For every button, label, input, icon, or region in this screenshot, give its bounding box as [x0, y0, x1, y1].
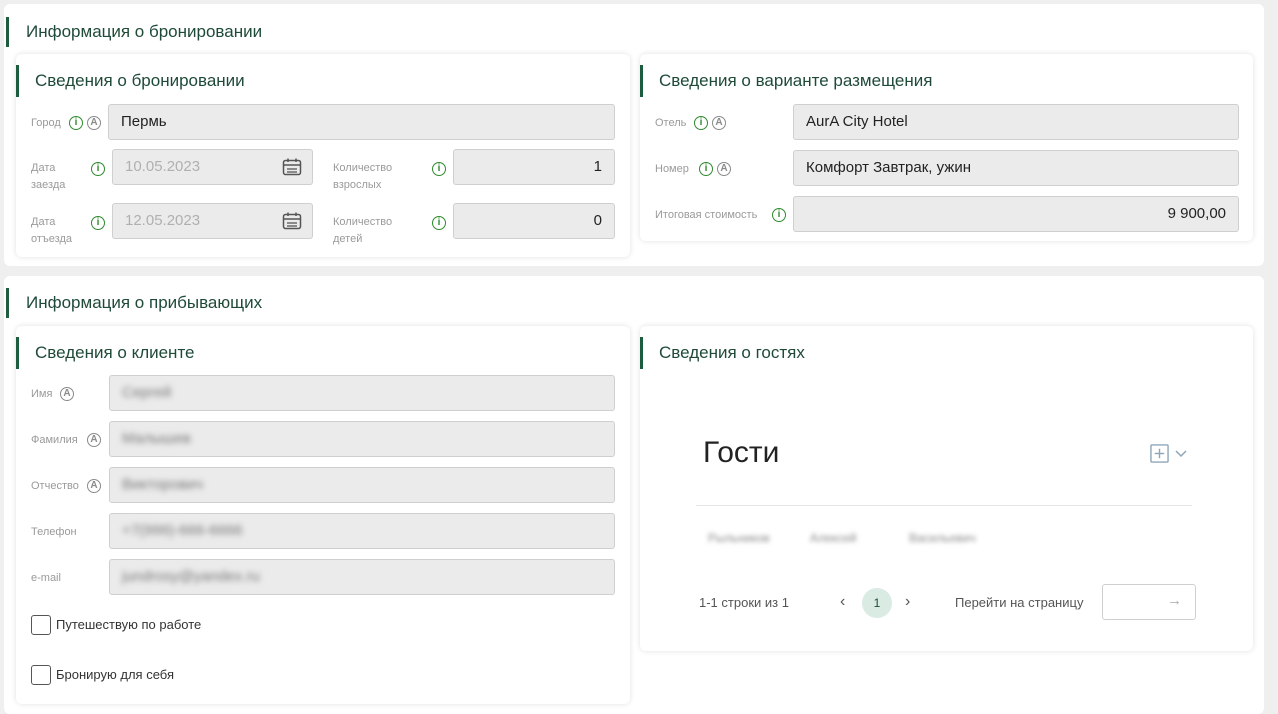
arrow-right-icon[interactable]: →: [1167, 591, 1182, 611]
calendar-icon[interactable]: [282, 212, 302, 230]
room-field[interactable]: Комфорт Завтрак, ужин: [793, 150, 1239, 186]
chevron-left-icon[interactable]: ‹: [840, 592, 845, 612]
children-field[interactable]: 0: [453, 203, 615, 239]
book-for-self-label[interactable]: Бронирую для себя: [56, 665, 174, 685]
patronymic-label: Отчество: [31, 480, 79, 492]
phone-field[interactable]: +7(999)-666-6666: [109, 513, 615, 549]
email-label: e-mail: [31, 572, 61, 584]
book-for-self-checkbox[interactable]: [31, 665, 51, 685]
room-label: Номер: [655, 163, 689, 175]
patronymic-field[interactable]: Викторович: [109, 467, 615, 503]
page-button-current[interactable]: 1: [862, 588, 892, 618]
booking-details-card: Сведения о бронировании Город i A Пермь …: [16, 54, 630, 257]
hotel-label: Отель: [655, 117, 687, 129]
info-icon[interactable]: i: [69, 116, 83, 130]
total-cost-label: Итоговая стоимость: [655, 209, 758, 221]
email-field[interactable]: jundrosy@yandex.ru: [109, 559, 615, 595]
client-details-title: Сведения о клиенте: [16, 337, 195, 369]
guest-row[interactable]: Рыльников Алексей Васильевич: [708, 531, 1188, 549]
phone-label: Телефон: [31, 526, 77, 538]
auto-icon: A: [87, 479, 101, 493]
info-icon[interactable]: i: [699, 162, 713, 176]
business-trip-checkbox[interactable]: [31, 615, 51, 635]
guests-heading: Гости: [703, 436, 780, 469]
checkin-date-value: 10.05.2023: [125, 158, 201, 175]
first-name-label: Имя: [31, 388, 53, 400]
booking-details-title: Сведения о бронировании: [16, 65, 245, 97]
checkin-label: Дата заезда: [31, 162, 66, 191]
arrivals-info-section: Информация о прибывающих Сведения о клие…: [4, 276, 1264, 714]
auto-icon: A: [712, 116, 726, 130]
adults-field[interactable]: 1: [453, 149, 615, 185]
last-name-label: Фамилия: [31, 434, 78, 446]
hotel-field[interactable]: AurA City Hotel: [793, 104, 1239, 140]
guests-divider: [696, 505, 1192, 506]
guest-patronymic: Васильевич: [909, 531, 976, 545]
email-value: jundrosy@yandex.ru: [122, 568, 260, 585]
city-field[interactable]: Пермь: [108, 104, 615, 140]
auto-icon: A: [87, 433, 101, 447]
booking-info-section: Информация о бронировании Сведения о бро…: [4, 4, 1264, 266]
calendar-icon[interactable]: [282, 158, 302, 176]
goto-page-label: Перейти на страницу: [955, 595, 1084, 610]
info-icon[interactable]: i: [432, 216, 446, 230]
children-label: Количество детей: [333, 216, 393, 245]
business-trip-label[interactable]: Путешествую по работе: [56, 615, 201, 635]
guest-last-name: Рыльников: [708, 531, 770, 545]
info-icon[interactable]: i: [91, 162, 105, 176]
chevron-down-icon[interactable]: [1175, 450, 1187, 458]
add-icon[interactable]: [1150, 444, 1169, 463]
first-name-field[interactable]: Сергей: [109, 375, 615, 411]
auto-icon: A: [60, 387, 74, 401]
phone-value: +7(999)-666-6666: [122, 522, 243, 539]
last-name-field[interactable]: Малышев: [109, 421, 615, 457]
auto-icon: A: [87, 116, 101, 130]
guests-card-title: Сведения о гостях: [640, 337, 805, 369]
info-icon[interactable]: i: [91, 216, 105, 230]
accommodation-card: Сведения о варианте размещения Отель i A…: [640, 54, 1253, 241]
checkout-date-value: 12.05.2023: [125, 212, 201, 229]
info-icon[interactable]: i: [432, 162, 446, 176]
city-label: Город: [31, 117, 61, 129]
patronymic-value: Викторович: [122, 476, 204, 493]
rows-info: 1-1 строки из 1: [699, 595, 789, 610]
adults-label: Количество взрослых: [333, 162, 393, 191]
last-name-value: Малышев: [122, 430, 191, 447]
guests-card: Сведения о гостях Гости Рыльников Алексе…: [640, 326, 1253, 651]
auto-icon: A: [717, 162, 731, 176]
guest-first-name: Алексей: [810, 531, 857, 545]
checkout-label: Дата отъезда: [31, 216, 73, 245]
client-details-card: Сведения о клиенте Имя A Сергей Фамилия …: [16, 326, 630, 704]
total-cost-field[interactable]: 9 900,00: [793, 196, 1239, 232]
booking-info-title: Информация о бронировании: [6, 17, 262, 47]
first-name-value: Сергей: [122, 384, 172, 401]
chevron-right-icon[interactable]: ›: [905, 592, 910, 612]
accommodation-title: Сведения о варианте размещения: [640, 65, 932, 97]
arrivals-info-title: Информация о прибывающих: [6, 288, 262, 318]
info-icon[interactable]: i: [694, 116, 708, 130]
info-icon[interactable]: i: [772, 208, 786, 222]
